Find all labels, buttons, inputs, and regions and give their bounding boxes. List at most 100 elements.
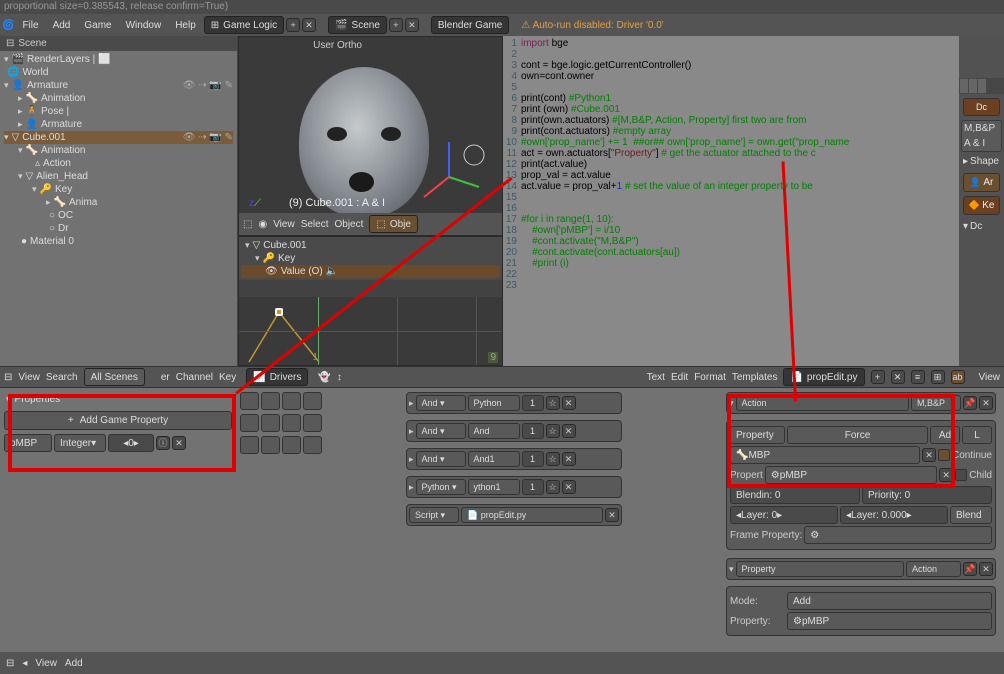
code-line[interactable]: 15: [503, 192, 959, 203]
code-line[interactable]: 21 #print (i): [503, 258, 959, 269]
code-line[interactable]: 18 #own['pMBP'] = i/10: [503, 225, 959, 236]
local-btn[interactable]: L: [962, 426, 992, 444]
code-line[interactable]: 8print(own.actuators) #[M,B&P, Action, P…: [503, 115, 959, 126]
channel-object[interactable]: ▾▽ Cube.001: [241, 239, 500, 252]
logic-menu-search[interactable]: Search: [46, 372, 78, 383]
outliner-row[interactable]: ▾▽Alien_Head: [4, 170, 233, 183]
code-line[interactable]: 6print(cont) #Python1: [503, 93, 959, 104]
view3d-menu-select[interactable]: Select: [301, 219, 329, 230]
s2[interactable]: [261, 414, 280, 432]
outliner-row[interactable]: 🌐World: [4, 66, 233, 79]
force-btn[interactable]: Force: [787, 426, 928, 444]
code-line[interactable]: 1import bge: [503, 38, 959, 49]
text-menu-format[interactable]: Format: [694, 372, 726, 383]
actu2-pin[interactable]: 📌: [963, 562, 977, 576]
code-line[interactable]: 13prop_val = act.value: [503, 170, 959, 181]
prop-clear[interactable]: ✕: [939, 468, 953, 482]
text-opt3[interactable]: ab: [951, 370, 965, 384]
layout-del[interactable]: ✕: [302, 18, 316, 32]
continue-check[interactable]: [938, 449, 950, 461]
outliner-row[interactable]: ▾🔑Key: [4, 183, 233, 196]
menu-help[interactable]: Help: [169, 18, 202, 33]
layerweight-field[interactable]: ◂ Layer: 0.000 ▸: [840, 506, 948, 524]
engine-dropdown[interactable]: Blender Game: [431, 16, 509, 34]
text-del[interactable]: ✕: [891, 370, 905, 384]
blendmode-dd[interactable]: Blend: [950, 506, 992, 524]
s3[interactable]: [282, 414, 301, 432]
outliner-row[interactable]: ▸🦴Anima: [4, 196, 233, 209]
controller-brick[interactable]: Script ▾📄 propEdit.py✕: [406, 504, 622, 526]
editor-type-icon[interactable]: ⬚: [243, 219, 252, 230]
expand-icon[interactable]: ◂: [22, 658, 27, 669]
layer-field[interactable]: ◂ Layer: 0 ▸: [730, 506, 838, 524]
panel-dc2[interactable]: ▾ Dc: [959, 219, 1004, 234]
controller-brick[interactable]: ▸And ▾Python1☆✕: [406, 392, 622, 414]
ghost-icon[interactable]: 👻: [318, 372, 330, 383]
play-type[interactable]: Property: [730, 426, 785, 444]
text-menu-edit[interactable]: Edit: [671, 372, 688, 383]
menu-game[interactable]: Game: [78, 18, 117, 33]
state-sensors[interactable]: [303, 392, 322, 410]
scene-del[interactable]: ✕: [405, 18, 419, 32]
scene-dropdown[interactable]: 🎬 Scene: [328, 16, 387, 34]
actuator-type[interactable]: Action: [736, 395, 909, 411]
outliner-row[interactable]: ▾🦴Animation: [4, 144, 233, 157]
text-opt1[interactable]: ≡: [911, 370, 925, 384]
code-line[interactable]: 16: [503, 203, 959, 214]
view3d-menu-view[interactable]: View: [273, 219, 295, 230]
property-field[interactable]: ⚙ pMBP: [787, 612, 992, 630]
outliner-row[interactable]: ▸🧍Pose |: [4, 105, 233, 118]
code-line[interactable]: 7print (own) #Cube.001: [503, 104, 959, 115]
graph-menu-view-r[interactable]: View: [979, 372, 1001, 383]
prop-tabs[interactable]: [959, 78, 1004, 94]
text-menu-text[interactable]: Text: [647, 372, 665, 383]
manipulator-gizmo[interactable]: [419, 137, 489, 207]
blender-icon[interactable]: 🌀: [2, 20, 14, 31]
s1[interactable]: [240, 414, 259, 432]
text-menu-templates[interactable]: Templates: [732, 372, 778, 383]
blendin-field[interactable]: Blendin: 0: [730, 486, 860, 504]
outliner-tree[interactable]: ▾🎬RenderLayers | ⬜🌐World▾👤Armature👁 ⇢ 📷 …: [0, 51, 237, 250]
frameprop-field[interactable]: ⚙: [804, 526, 992, 544]
code-line[interactable]: 2: [503, 49, 959, 60]
actuator2-name[interactable]: Action: [906, 561, 961, 577]
code-line[interactable]: 4own=cont.owner: [503, 71, 959, 82]
prop-name-field[interactable]: pMBP: [4, 434, 52, 452]
panel-shape[interactable]: ▸ Shape: [959, 154, 1004, 169]
footer-view[interactable]: View: [35, 658, 57, 669]
controller-brick[interactable]: ▸And ▾And11☆✕: [406, 448, 622, 470]
menu-add[interactable]: Add: [47, 18, 77, 33]
logic-menu-view[interactable]: View: [18, 372, 40, 383]
outliner-row[interactable]: ▸🦴Animation: [4, 92, 233, 105]
keyframe[interactable]: [275, 308, 283, 316]
outliner-row[interactable]: ▾🎬RenderLayers | ⬜: [4, 53, 233, 66]
footer-add[interactable]: Add: [65, 658, 83, 669]
text-add[interactable]: +: [871, 370, 885, 384]
outliner-row[interactable]: ○Dr: [4, 222, 233, 235]
s6[interactable]: [261, 436, 280, 454]
add-btn[interactable]: Ad: [930, 426, 960, 444]
prop-field[interactable]: ⚙ pMBP: [765, 466, 937, 484]
layout-add[interactable]: +: [286, 18, 300, 32]
code-line[interactable]: 3cont = bge.logic.getCurrentController(): [503, 60, 959, 71]
add-game-property-button[interactable]: +Add Game Property: [4, 411, 232, 430]
outliner-row[interactable]: ▾👤Armature👁 ⇢ 📷 ✎: [4, 79, 233, 92]
action-clear[interactable]: ✕: [922, 448, 936, 462]
code-line[interactable]: 17#for i in range(1, 10):: [503, 214, 959, 225]
code-line[interactable]: 9print(cont.actuators) #empty array: [503, 126, 959, 137]
graph-menu-channel[interactable]: Channel: [176, 372, 213, 383]
controller-brick[interactable]: ▸Python ▾ython11☆✕: [406, 476, 622, 498]
panel-btn-ar[interactable]: 👤 Ar: [963, 173, 1000, 192]
editor-icon-footer[interactable]: ⊟: [6, 658, 14, 669]
code-line[interactable]: 20 #cont.activate(cont.actuators[au]): [503, 247, 959, 258]
menu-window[interactable]: Window: [120, 18, 168, 33]
cursor-icon[interactable]: ↕: [337, 372, 342, 383]
properties-panel-title[interactable]: ▾Properties: [4, 392, 232, 407]
code-line[interactable]: 11act = own.actuators["Property"] # get …: [503, 148, 959, 159]
actu-del[interactable]: ✕: [979, 396, 993, 410]
code-line[interactable]: 19 #cont.activate("M,B&P"): [503, 236, 959, 247]
text-opt2[interactable]: ⊞: [931, 370, 945, 384]
code-line[interactable]: 14act.value = prop_val+1 # set the value…: [503, 181, 959, 192]
actuator-name[interactable]: M,B&P: [911, 395, 961, 411]
prop-delete[interactable]: ✕: [172, 436, 186, 450]
